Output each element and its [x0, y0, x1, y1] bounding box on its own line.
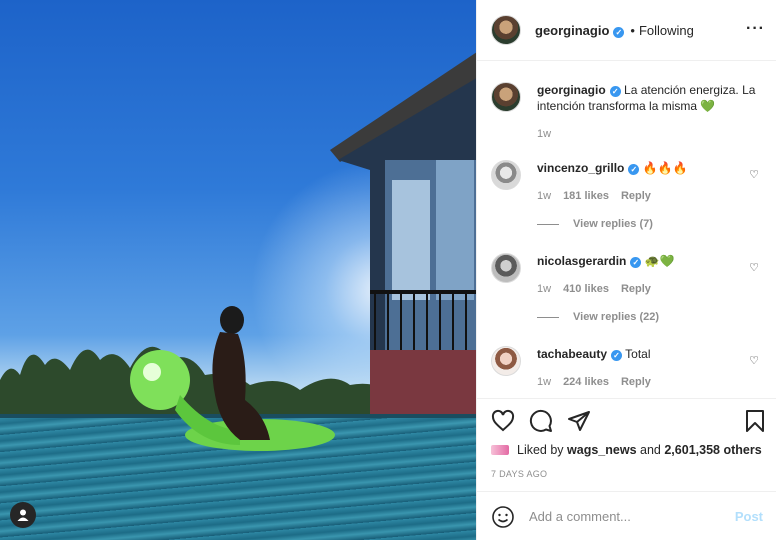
verified-icon: ✓ [611, 350, 623, 361]
comments-list: georginagio ✓ La atención energiza. La in… [477, 62, 776, 398]
house-balcony [330, 52, 476, 420]
post-side-panel: georginagio ✓ • Following ··· georginagio… [476, 0, 776, 540]
post-actions: Liked by wags_news and 2,601,358 others … [477, 398, 776, 540]
liked-by-and: and [640, 443, 661, 457]
heart-icon[interactable] [491, 409, 515, 433]
verified-icon: ✓ [628, 164, 640, 175]
verified-icon: ✓ [609, 86, 621, 97]
comment-body: nicolasgerardin ✓ 🐢💚 [537, 253, 747, 269]
like-comment-heart-icon[interactable]: ♡ [749, 261, 759, 274]
view-replies-button[interactable]: View replies (7) [537, 218, 653, 230]
username-text[interactable]: georginagio [535, 23, 609, 38]
avatar[interactable] [491, 346, 521, 376]
like-comment-heart-icon[interactable]: ♡ [749, 354, 759, 367]
caption-username[interactable]: georginagio [537, 83, 606, 97]
comment-time[interactable]: 1w [537, 283, 551, 295]
comment-meta: 1w 181 likes Reply [537, 190, 651, 202]
avatar[interactable] [491, 15, 521, 45]
header-username[interactable]: georginagio ✓ [535, 23, 625, 38]
comment-username[interactable]: vincenzo_grillo [537, 161, 624, 175]
replies-line [537, 223, 559, 225]
post-photo[interactable] [0, 0, 476, 540]
post-timestamp[interactable]: 7 DAYS AGO [491, 469, 547, 479]
more-horizontal-icon[interactable]: ··· [746, 20, 765, 38]
comment-text: 🐢💚 [644, 254, 675, 268]
separator-dot: • [630, 22, 635, 38]
verified-icon: ✓ [613, 26, 625, 38]
comment-text: Total [625, 347, 651, 361]
comment-meta: 1w 410 likes Reply [537, 283, 651, 295]
comment-likes[interactable]: 224 likes [563, 376, 609, 388]
like-comment-heart-icon[interactable]: ♡ [749, 168, 759, 181]
tagged-users-button[interactable] [10, 502, 36, 528]
reply-button[interactable]: Reply [621, 283, 651, 295]
comment-time[interactable]: 1w [537, 376, 551, 388]
liker-avatar[interactable] [491, 445, 509, 455]
avatar[interactable] [491, 160, 521, 190]
avatar[interactable] [491, 82, 521, 112]
view-replies-label: View replies (22) [573, 311, 660, 323]
reply-button[interactable]: Reply [621, 190, 651, 202]
comment-username[interactable]: nicolasgerardin [537, 254, 626, 268]
comment-meta: 1w 224 likes Reply [537, 376, 651, 388]
comment-username[interactable]: tachabeauty [537, 347, 607, 361]
caption-time[interactable]: 1w [537, 128, 551, 140]
caption-body: georginagio ✓ La atención energiza. La in… [537, 82, 757, 114]
view-replies-button[interactable]: View replies (22) [537, 311, 659, 323]
reply-button[interactable]: Reply [621, 376, 651, 388]
comment-time[interactable]: 1w [537, 190, 551, 202]
post-header: georginagio ✓ • Following ··· [477, 0, 776, 61]
comment-icon[interactable] [529, 409, 553, 433]
person-on-inflatable-turtle [130, 306, 335, 451]
avatar[interactable] [491, 253, 521, 283]
action-icons [491, 409, 591, 433]
replies-line [537, 316, 559, 318]
post-button[interactable]: Post [735, 509, 763, 524]
user-icon [17, 509, 29, 521]
comment-input[interactable] [529, 509, 729, 524]
add-comment-bar: Post [477, 491, 776, 540]
comment-likes[interactable]: 410 likes [563, 283, 609, 295]
comment-text: 🔥🔥🔥 [642, 161, 688, 175]
view-replies-label: View replies (7) [573, 218, 653, 230]
share-icon[interactable] [567, 409, 591, 433]
liked-by-user[interactable]: wags_news [567, 443, 636, 457]
following-button[interactable]: Following [639, 23, 694, 38]
liked-by-prefix: Liked by [517, 443, 564, 457]
comment-body: tachabeauty ✓ Total [537, 346, 747, 362]
liked-by: Liked by wags_news and 2,601,358 others [491, 443, 762, 457]
verified-icon: ✓ [630, 257, 642, 268]
comment-body: vincenzo_grillo ✓ 🔥🔥🔥 [537, 160, 747, 176]
caption-meta: 1w [537, 128, 551, 140]
bookmark-icon[interactable] [743, 409, 767, 433]
comment-likes[interactable]: 181 likes [563, 190, 609, 202]
liked-by-others[interactable]: 2,601,358 others [664, 443, 761, 457]
emoji-icon[interactable] [491, 505, 515, 529]
